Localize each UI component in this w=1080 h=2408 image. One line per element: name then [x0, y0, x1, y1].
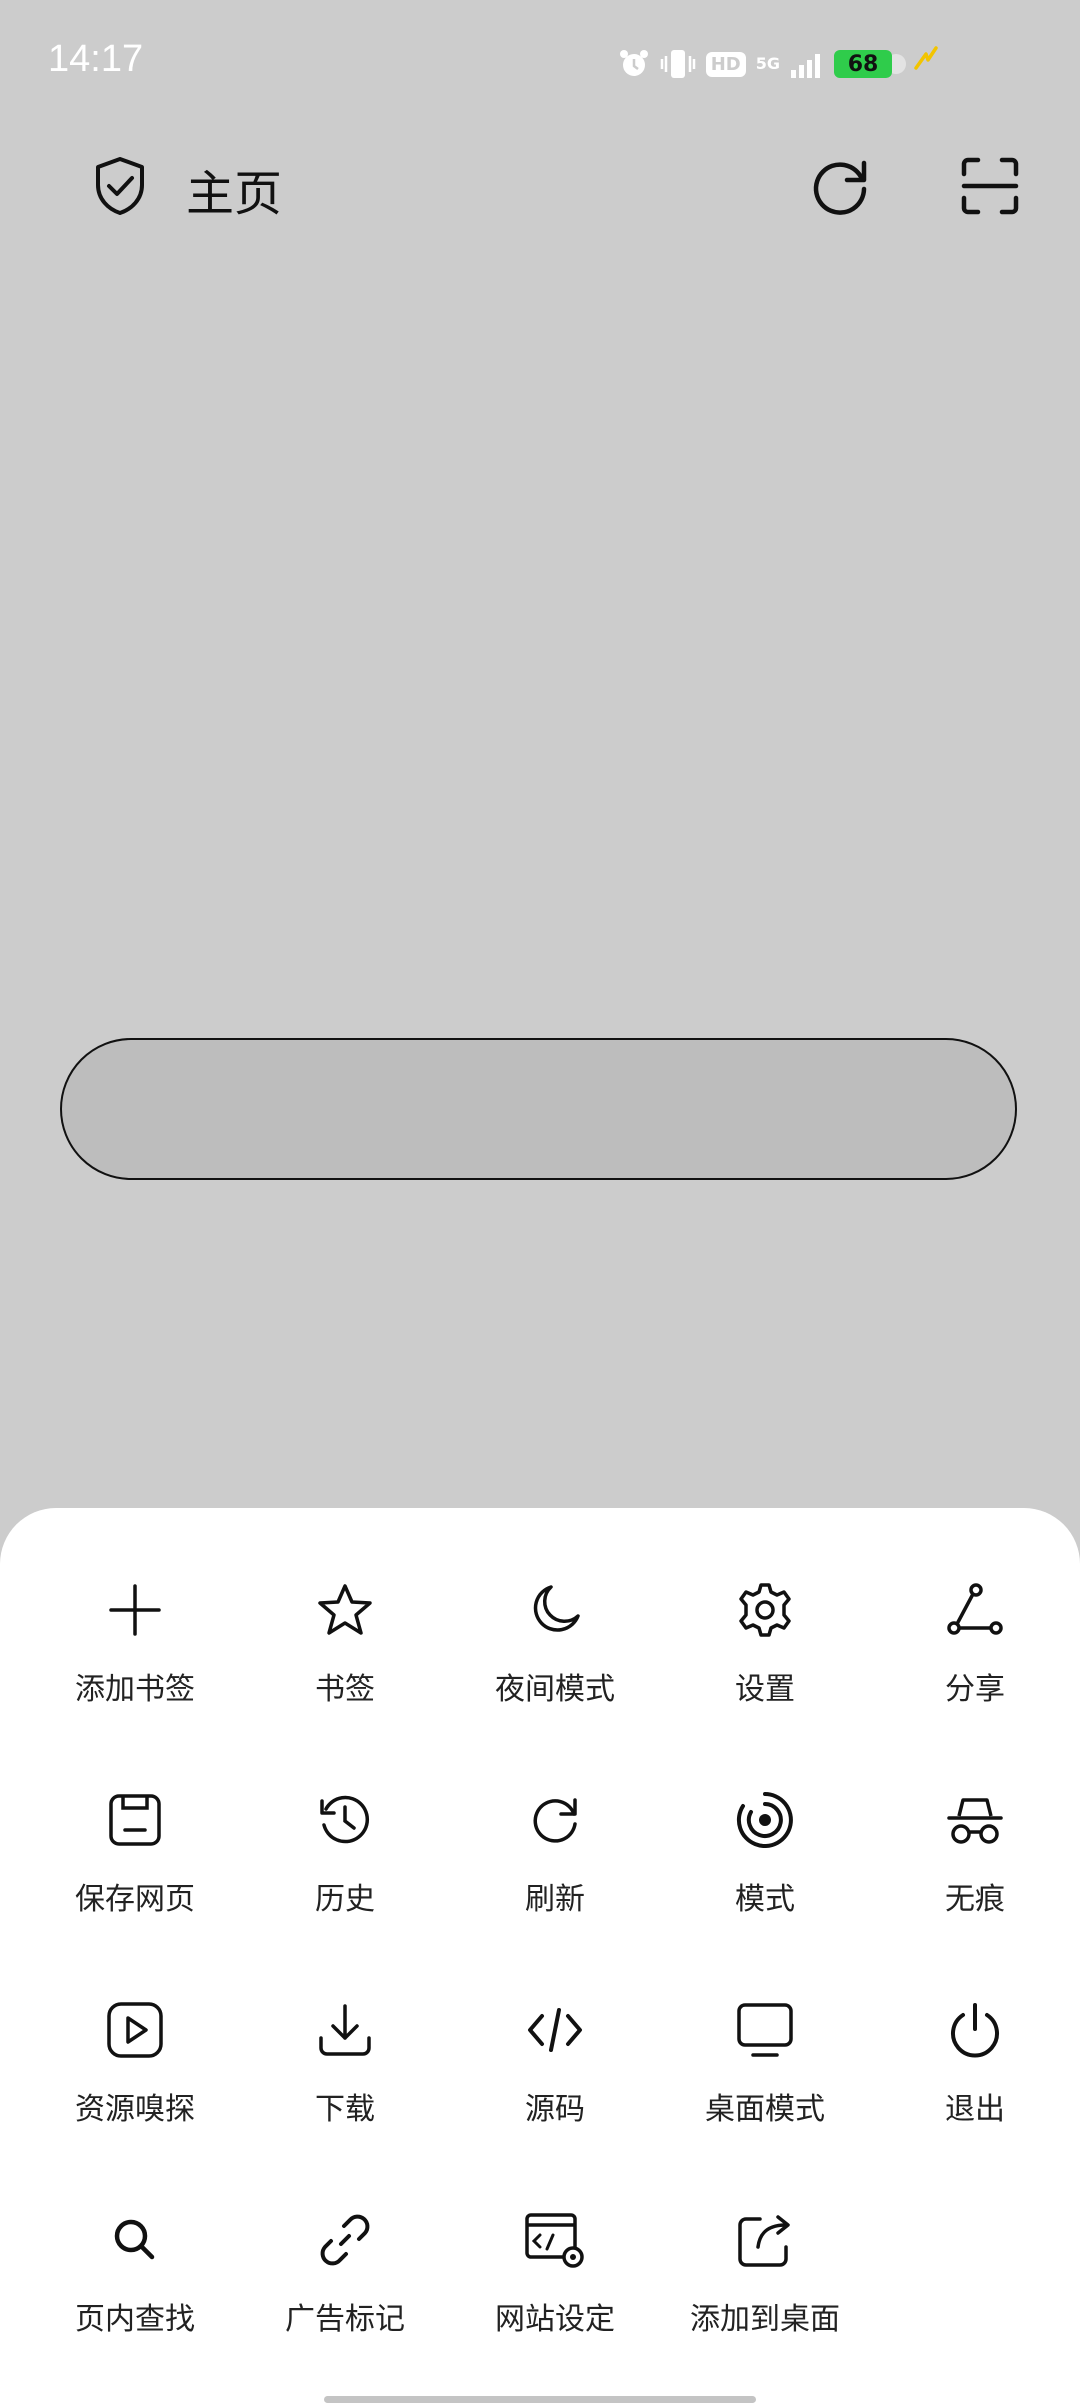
media-sniff-button[interactable]: 资源嗅探 — [30, 1998, 240, 2148]
top-bar: 主页 — [0, 124, 1080, 244]
settings-button[interactable]: 设置 — [660, 1578, 870, 1728]
menu-item-label: 退出 — [945, 2092, 1005, 2127]
menu-item-label: 历史 — [315, 1882, 375, 1917]
security-shield-icon[interactable] — [84, 152, 156, 220]
plus-icon — [103, 1578, 167, 1642]
history-icon — [313, 1788, 377, 1852]
refresh-icon — [523, 1788, 587, 1852]
incognito-icon — [943, 1788, 1007, 1852]
network-type: 5G — [755, 54, 780, 73]
moon-icon — [523, 1578, 587, 1642]
menu-item-label: 资源嗅探 — [75, 2092, 195, 2127]
menu-item-label: 桌面模式 — [705, 2092, 825, 2127]
menu-item-label: 源码 — [525, 2092, 585, 2127]
gear-icon — [733, 1578, 797, 1642]
charging-icon — [912, 44, 940, 84]
history-button[interactable]: 历史 — [240, 1788, 450, 1938]
media-sniff-icon — [103, 1998, 167, 2062]
hd-icon: HD — [705, 51, 746, 77]
save-page-button[interactable]: 保存网页 — [30, 1788, 240, 1938]
save-icon — [103, 1788, 167, 1852]
site-settings-icon — [523, 2208, 587, 2272]
status-icons: HD 5G 68 — [618, 44, 940, 84]
link-icon — [313, 2208, 377, 2272]
download-button[interactable]: 下载 — [240, 1998, 450, 2148]
exit-button[interactable]: 退出 — [870, 1998, 1080, 2148]
bookmarks-button[interactable]: 书签 — [240, 1578, 450, 1728]
power-icon — [943, 1998, 1007, 2062]
status-bar: 14:17 HD 5G 68 — [0, 0, 1080, 124]
alarm-icon — [618, 48, 650, 80]
ad-mark-button[interactable]: 广告标记 — [240, 2208, 450, 2358]
vibrate-icon — [660, 48, 696, 80]
battery-indicator: 68 — [834, 50, 906, 78]
star-icon — [313, 1578, 377, 1642]
search-icon — [103, 2208, 167, 2272]
menu-item-label: 分享 — [945, 1672, 1005, 1707]
scan-icon[interactable] — [954, 150, 1026, 222]
menu-item-label: 网站设定 — [495, 2302, 615, 2337]
menu-item-label: 页内查找 — [75, 2302, 195, 2337]
menu-item-label: 广告标记 — [285, 2302, 405, 2337]
share-button[interactable]: 分享 — [870, 1578, 1080, 1728]
menu-item-label: 模式 — [735, 1882, 795, 1917]
menu-item-label: 夜间模式 — [495, 1672, 615, 1707]
add-to-desktop-icon — [733, 2208, 797, 2272]
source-code-button[interactable]: 源码 — [450, 1998, 660, 2148]
menu-item-label: 下载 — [315, 2092, 375, 2127]
menu-item-label: 设置 — [735, 1672, 795, 1707]
mode-icon — [733, 1788, 797, 1852]
url-search-bar[interactable] — [60, 1038, 1017, 1180]
menu-item-label: 书签 — [315, 1672, 375, 1707]
mode-button[interactable]: 模式 — [660, 1788, 870, 1938]
signal-icon — [790, 50, 824, 78]
page-title: 主页 — [186, 166, 283, 222]
menu-bottom-sheet: 添加书签 书签 夜间模式 设置 分享 保存网页 历史 刷新 模式 无痕 资源嗅探… — [0, 1508, 1080, 2408]
desktop-mode-button[interactable]: 桌面模式 — [660, 1998, 870, 2148]
menu-item-label: 添加到桌面 — [690, 2302, 840, 2337]
menu-item-label: 刷新 — [525, 1882, 585, 1917]
add-bookmark-button[interactable]: 添加书签 — [30, 1578, 240, 1728]
menu-item-label: 保存网页 — [75, 1882, 195, 1917]
refresh-button[interactable]: 刷新 — [450, 1788, 660, 1938]
add-to-desktop-button[interactable]: 添加到桌面 — [660, 2208, 870, 2358]
night-mode-button[interactable]: 夜间模式 — [450, 1578, 660, 1728]
incognito-button[interactable]: 无痕 — [870, 1788, 1080, 1938]
reload-icon[interactable] — [804, 150, 876, 222]
status-time: 14:17 — [48, 38, 144, 80]
find-in-page-button[interactable]: 页内查找 — [30, 2208, 240, 2358]
monitor-icon — [733, 1998, 797, 2062]
share-icon — [943, 1578, 1007, 1642]
code-icon — [523, 1998, 587, 2062]
site-settings-button[interactable]: 网站设定 — [450, 2208, 660, 2358]
download-icon — [313, 1998, 377, 2062]
menu-item-label: 添加书签 — [75, 1672, 195, 1707]
home-indicator[interactable] — [324, 2396, 756, 2403]
menu-item-label: 无痕 — [945, 1882, 1005, 1917]
